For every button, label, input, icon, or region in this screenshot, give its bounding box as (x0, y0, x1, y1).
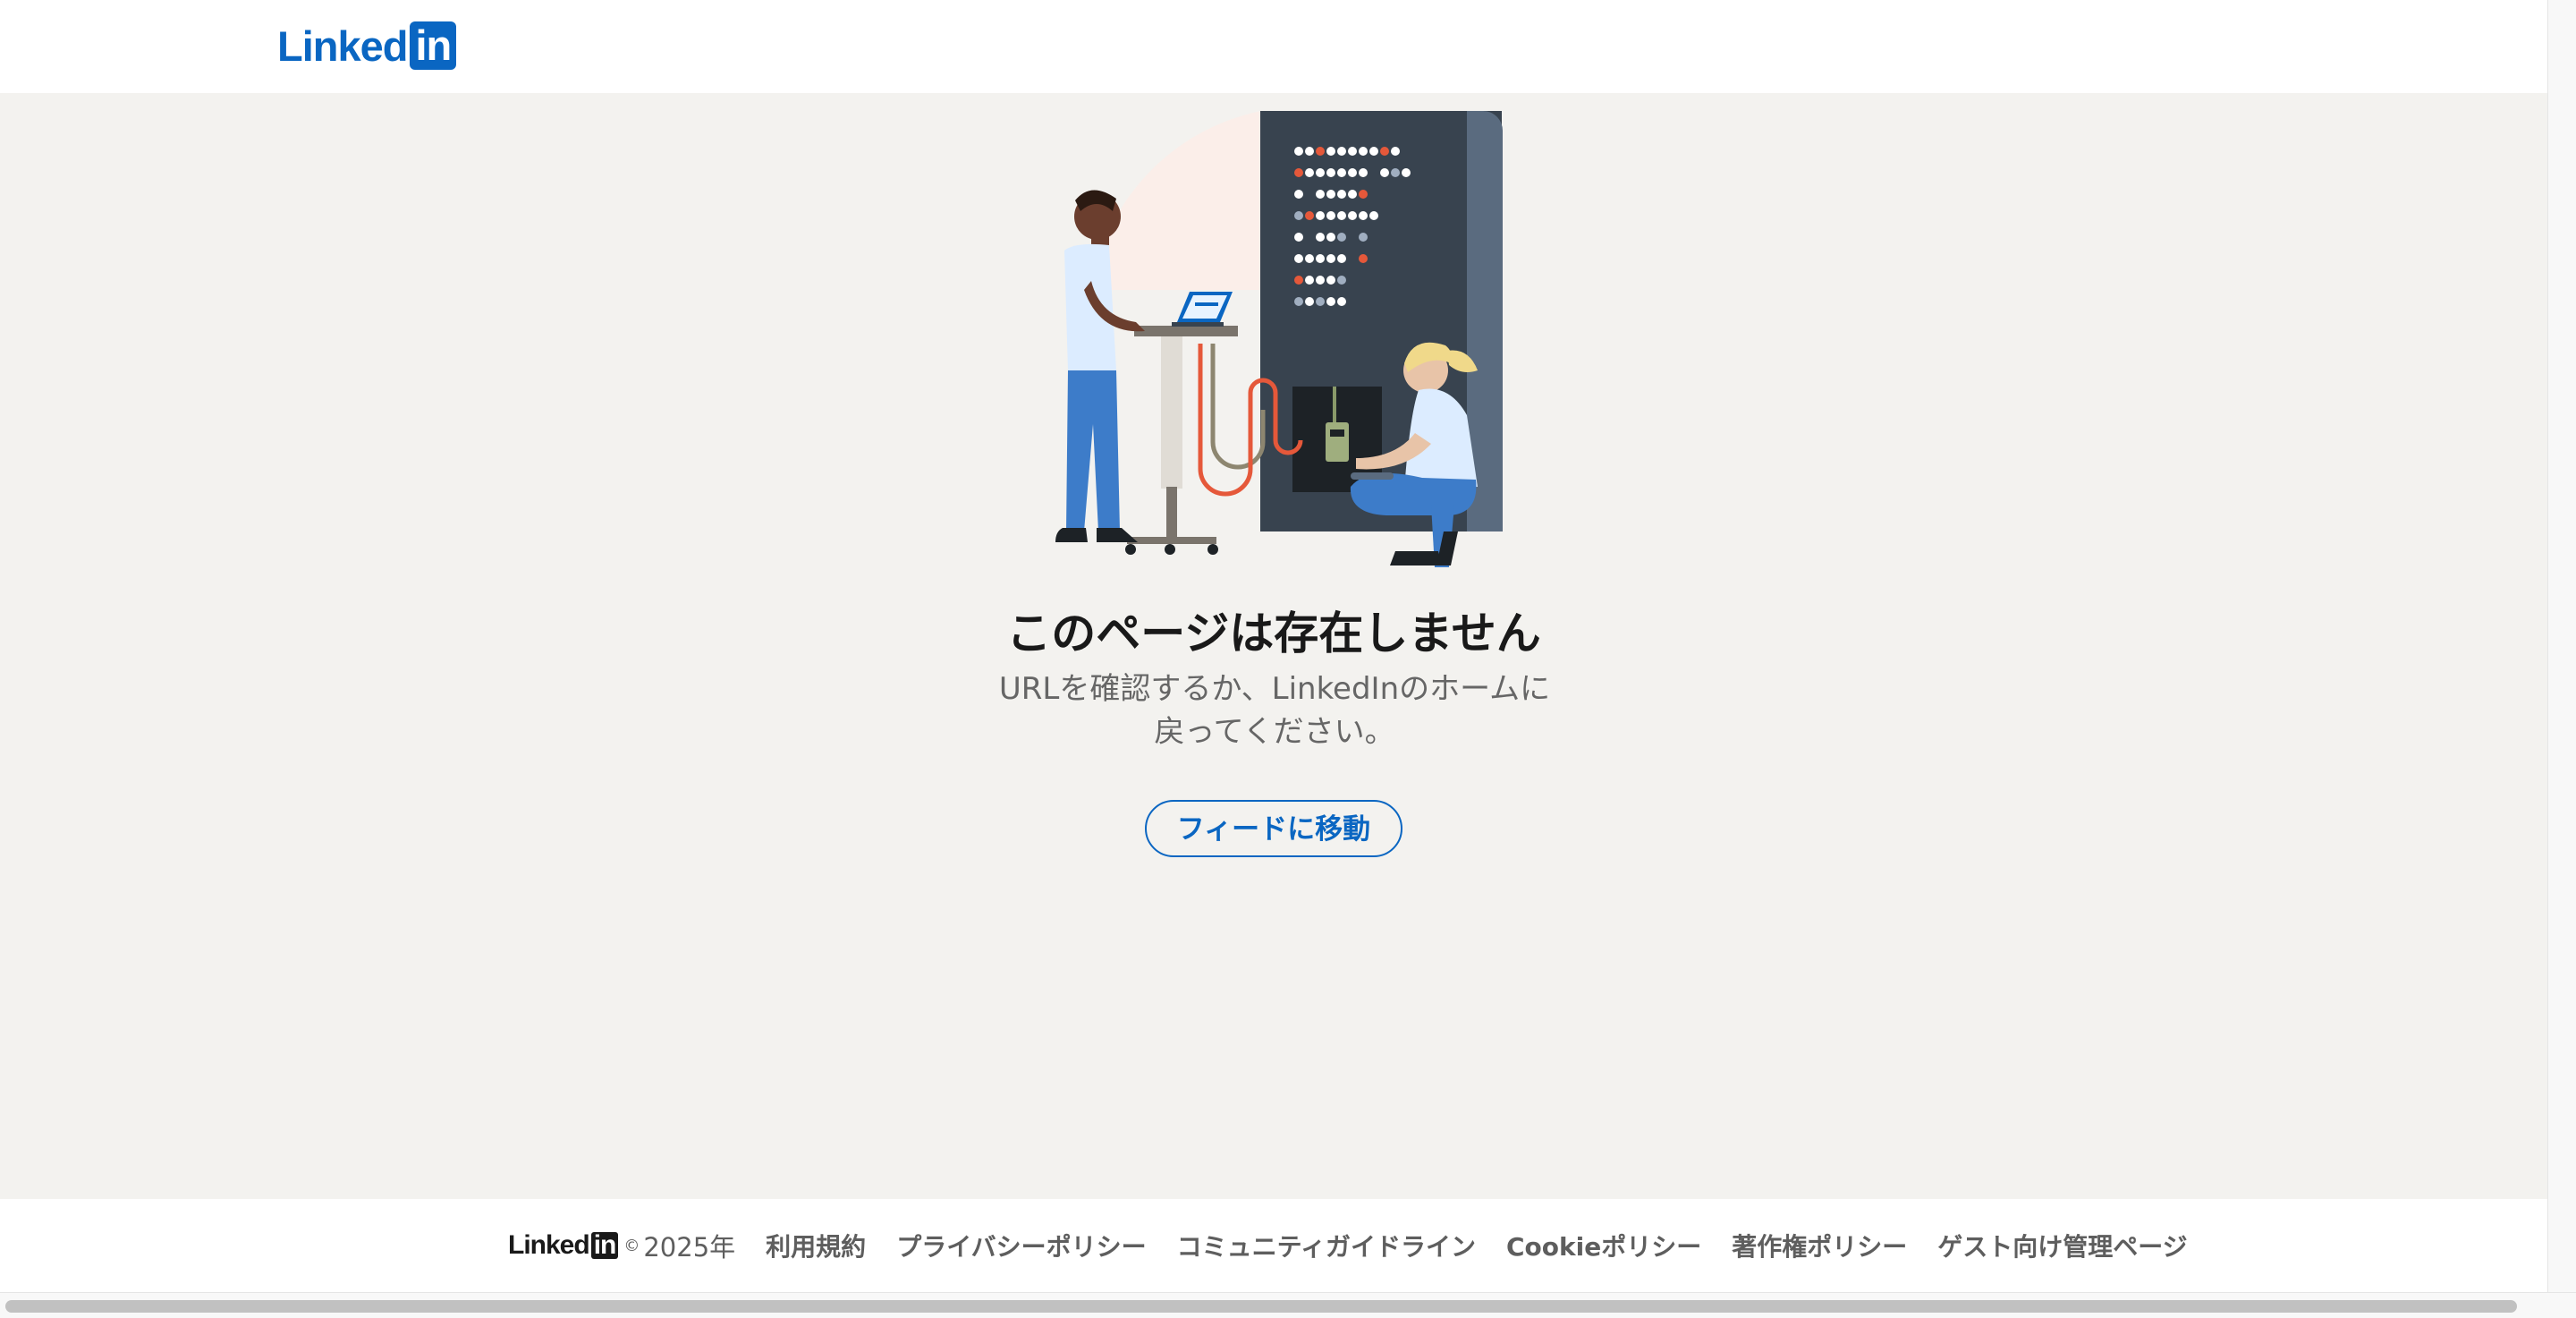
horizontal-scrollbar-thumb[interactable] (5, 1300, 2517, 1313)
server-technicians-illustration (1055, 111, 1503, 567)
logo-text: Linked (277, 21, 408, 70)
footer: Linked in © 2025年 利用規約 プライバシーポリシー コミュニティガ… (0, 1199, 2547, 1292)
subtitle-line-2: 戻ってください。 (1154, 714, 1395, 750)
linkedin-logo[interactable]: Linked in (277, 21, 457, 70)
footer-logo-in-box: in (590, 1232, 619, 1259)
vertical-scrollbar[interactable] (2547, 0, 2576, 1317)
horizontal-scrollbar[interactable] (0, 1292, 2576, 1318)
top-header: Linked in (0, 0, 2547, 93)
footer-logo-text: Linked (508, 1230, 590, 1260)
page-subtitle: URLを確認するか、LinkedInのホームに 戻ってください。 (975, 668, 1574, 753)
footer-link-cookie-policy[interactable]: Cookieポリシー (1506, 1228, 1701, 1263)
page-title: このページは存在しません (1006, 608, 1541, 659)
footer-link-copyright-policy[interactable]: 著作権ポリシー (1732, 1228, 1907, 1263)
logo-in-box: in (410, 21, 457, 70)
subtitle-line-1: URLを確認するか、LinkedInのホームに (998, 671, 1551, 707)
footer-link-community-guidelines[interactable]: コミュニティガイドライン (1177, 1228, 1476, 1263)
footer-row: Linked in © 2025年 利用規約 プライバシーポリシー コミュニティガ… (508, 1226, 2188, 1265)
footer-link-guest-controls[interactable]: ゲスト向け管理ページ (1937, 1228, 2187, 1263)
copyright-year: 2025年 (643, 1232, 736, 1263)
copyright-symbol: © (623, 1236, 640, 1255)
footer-link-privacy-policy[interactable]: プライバシーポリシー (896, 1228, 1146, 1263)
footer-linkedin-logo[interactable]: Linked in (508, 1230, 619, 1261)
footer-link-user-agreement[interactable]: 利用規約 (766, 1228, 866, 1263)
go-to-feed-button[interactable]: フィードに移動 (1145, 800, 1402, 857)
